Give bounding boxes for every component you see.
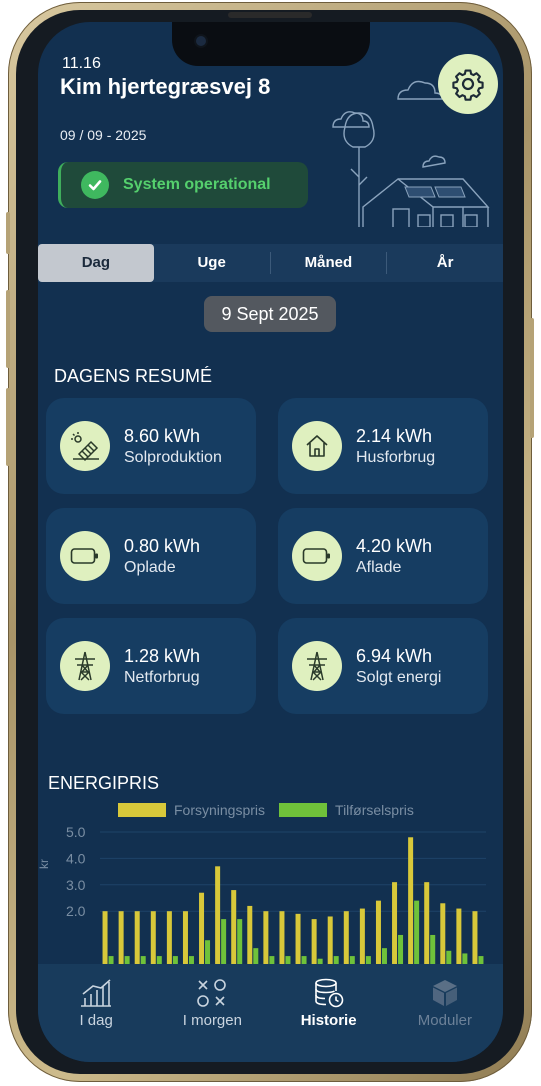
legend-swatch-tilfoerselspris	[279, 803, 328, 817]
y-tick-label: 3.0	[66, 877, 86, 893]
bar-forsyningspris	[182, 911, 188, 970]
power-tower-icon	[292, 641, 342, 691]
card-label: Netforbrug	[124, 669, 200, 686]
bar-tilførselspris	[237, 919, 243, 970]
gear-icon	[452, 69, 484, 101]
bar-forsyningspris	[424, 882, 430, 970]
bar-forsyningspris	[118, 911, 124, 970]
bar-forsyningspris	[327, 916, 333, 970]
bar-forsyningspris	[215, 866, 221, 970]
bar-forsyningspris	[231, 890, 237, 970]
chart-legend: Forsyningspris Tilførselspris	[118, 802, 414, 818]
bar-forsyningspris	[392, 882, 398, 970]
bar-tilførselspris	[221, 919, 227, 970]
front-camera	[196, 36, 206, 46]
date-picker-button[interactable]: 9 Sept 2025	[204, 296, 336, 332]
bar-forsyningspris	[279, 911, 285, 970]
bar-forsyningspris	[199, 892, 205, 970]
bar-forsyningspris	[134, 911, 140, 970]
card-value: 6.94 kWh	[356, 646, 433, 666]
card-value: 4.20 kWh	[356, 536, 433, 556]
battery-icon	[60, 531, 110, 581]
card-label: Husforbrug	[356, 449, 436, 466]
bar-forsyningspris	[472, 911, 478, 970]
nav-i-morgen[interactable]: I morgen	[154, 964, 270, 1062]
tab-maaned[interactable]: Måned	[271, 244, 387, 282]
card-value: 2.14 kWh	[356, 426, 433, 446]
check-icon	[81, 171, 109, 199]
card-label: Solproduktion	[124, 449, 222, 466]
card-label: Solgt energi	[356, 669, 442, 686]
legend-label-forsyningspris: Forsyningspris	[174, 802, 266, 818]
tab-uge[interactable]: Uge	[154, 244, 270, 282]
nav-label: Moduler	[417, 1012, 472, 1029]
legend-label-tilfoerselspris: Tilførselspris	[335, 802, 414, 818]
card-label: Oplade	[124, 559, 176, 576]
power-button	[530, 318, 534, 438]
nav-historie[interactable]: Historie	[271, 964, 387, 1062]
power-tower-icon	[60, 641, 110, 691]
tic-tac-toe-icon	[197, 979, 227, 1007]
period-tabs: Dag Uge Måned År	[38, 244, 503, 282]
summary-title: DAGENS RESUMÉ	[54, 366, 213, 386]
status-label: System operational	[123, 176, 271, 193]
summary-card-netforbrug[interactable]: 1.28 kWh Netforbrug	[46, 618, 256, 714]
nav-label: I morgen	[182, 1012, 242, 1029]
card-label: Aflade	[356, 559, 402, 576]
mute-switch	[6, 212, 10, 254]
bar-forsyningspris	[150, 911, 156, 970]
app-screen: 11.16 Kim hjertegræsvej 8 09 / 09 - 2025…	[38, 22, 503, 1062]
summary-card-solgt-energi[interactable]: 6.94 kWh Solgt energi	[278, 618, 488, 714]
status-time: 11.16	[62, 55, 101, 72]
current-date: 09 / 09 - 2025	[60, 127, 147, 143]
bar-forsyningspris	[440, 903, 446, 970]
bar-forsyningspris	[102, 911, 108, 970]
y-axis-label: kr	[38, 859, 51, 869]
page-title: Kim hjertegræsvej 8	[60, 74, 271, 99]
y-tick-label: 5.0	[66, 824, 86, 840]
legend-swatch-forsyningspris	[118, 803, 166, 817]
database-clock-icon	[314, 978, 343, 1008]
house-icon	[292, 421, 342, 471]
bar-forsyningspris	[295, 913, 301, 970]
cube-icon	[432, 980, 457, 1006]
bottom-nav: I dag I morgen Historie Moduler	[38, 964, 503, 1062]
tab-dag[interactable]: Dag	[38, 244, 154, 282]
bar-forsyningspris	[456, 908, 462, 970]
card-value: 0.80 kWh	[124, 536, 201, 556]
card-value: 8.60 kWh	[124, 426, 201, 446]
bar-forsyningspris	[247, 905, 253, 970]
status-badge: System operational	[58, 162, 308, 208]
nav-i-dag[interactable]: I dag	[38, 964, 154, 1062]
earpiece-speaker	[228, 12, 312, 18]
bar-forsyningspris	[359, 908, 365, 970]
summary-card-husforbrug[interactable]: 2.14 kWh Husforbrug	[278, 398, 488, 494]
energy-price-chart: kr 5.0 4.0 3.0 2.0	[38, 824, 486, 970]
summary-card-solproduktion[interactable]: 8.60 kWh Solproduktion	[46, 398, 256, 494]
bar-forsyningspris	[408, 837, 414, 970]
tab-aar[interactable]: År	[387, 244, 503, 282]
volume-down-button	[6, 388, 10, 466]
bar-forsyningspris	[311, 919, 317, 970]
summary-card-aflade[interactable]: 4.20 kWh Aflade	[278, 508, 488, 604]
nav-label: I dag	[79, 1012, 113, 1029]
energy-price-title: ENERGIPRIS	[48, 773, 160, 793]
volume-up-button	[6, 290, 10, 368]
solar-panel-icon	[60, 421, 110, 471]
nav-moduler[interactable]: Moduler	[387, 964, 503, 1062]
settings-button[interactable]	[438, 54, 498, 114]
chart-bars-icon	[81, 979, 112, 1007]
nav-label: Historie	[300, 1012, 357, 1029]
battery-icon	[292, 531, 342, 581]
bar-forsyningspris	[166, 911, 172, 970]
bar-forsyningspris	[263, 911, 269, 970]
card-value: 1.28 kWh	[124, 646, 201, 666]
y-tick-label: 4.0	[66, 850, 86, 866]
bar-forsyningspris	[375, 900, 381, 970]
bar-tilførselspris	[414, 900, 420, 970]
summary-card-oplade[interactable]: 0.80 kWh Oplade	[46, 508, 256, 604]
bar-forsyningspris	[343, 911, 349, 970]
y-tick-label: 2.0	[66, 903, 86, 919]
